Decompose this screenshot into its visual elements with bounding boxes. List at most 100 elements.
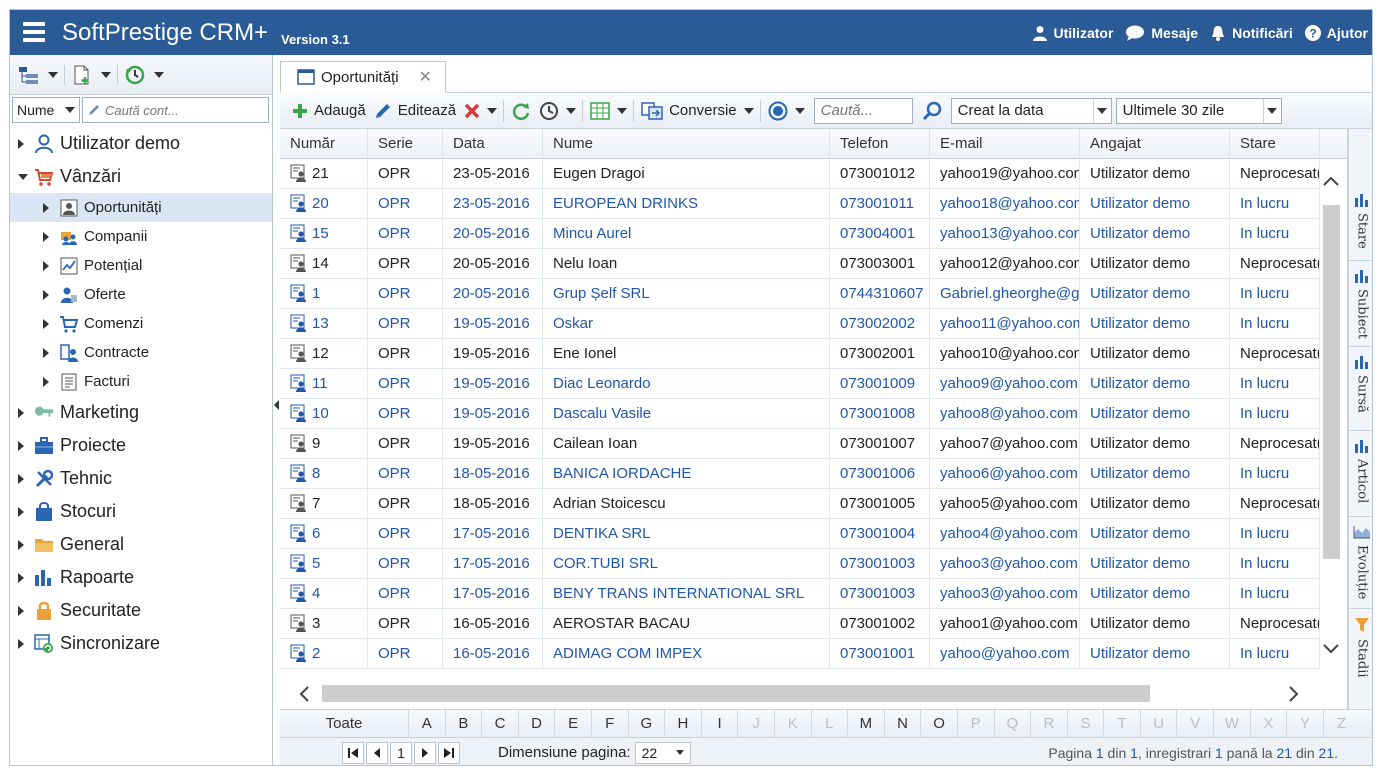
alphabet-letter[interactable]: A: [408, 709, 445, 738]
table-row[interactable]: 6 OPR 17-05-2016 DENTIKA SRL 073001004 yahoo4…: [280, 519, 1320, 549]
chevron-down-icon[interactable]: [1322, 643, 1340, 655]
convert-dropdown[interactable]: [741, 96, 757, 126]
alphabet-letter[interactable]: O: [920, 709, 957, 738]
expand-arrow-icon[interactable]: [18, 473, 24, 484]
history-button[interactable]: [535, 96, 563, 126]
delete-dropdown[interactable]: [484, 96, 500, 126]
expand-arrow-icon[interactable]: [18, 440, 24, 451]
table-row[interactable]: 3 OPR 16-05-2016 AEROSTAR BACAU 073001002 yah…: [280, 609, 1320, 639]
tree-item-sync[interactable]: Sincronizare: [10, 627, 272, 660]
tree-item-opportunities[interactable]: Oportunități: [10, 193, 272, 222]
user-link[interactable]: Utilizator: [1032, 25, 1113, 41]
cell-number[interactable]: 12: [280, 339, 368, 369]
expand-arrow-icon[interactable]: [18, 605, 24, 616]
expand-arrow-icon[interactable]: [43, 347, 49, 358]
cell-number[interactable]: 3: [280, 609, 368, 639]
convert-button[interactable]: Conversie: [637, 96, 741, 126]
menu-icon[interactable]: [23, 22, 45, 42]
table-row[interactable]: 10 OPR 19-05-2016 Dascalu Vasile 073001008 ya…: [280, 399, 1320, 429]
cell-number[interactable]: 1: [280, 279, 368, 309]
column-header-email[interactable]: E-mail: [930, 129, 1080, 159]
alphabet-letter[interactable]: N: [883, 709, 921, 738]
column-header-name[interactable]: Nume: [543, 129, 830, 159]
side-tab-stages[interactable]: Stadii: [1349, 609, 1372, 691]
new-document-dropdown[interactable]: [99, 62, 113, 88]
tree-view-dropdown[interactable]: [46, 62, 60, 88]
expand-arrow-icon[interactable]: [18, 407, 24, 418]
close-icon[interactable]: ✕: [419, 67, 432, 87]
page-size-select[interactable]: 22: [634, 741, 691, 764]
alphabet-letter[interactable]: I: [700, 709, 738, 738]
tree-item-security[interactable]: Securitate: [10, 594, 272, 627]
column-header-status[interactable]: Stare: [1230, 129, 1320, 159]
tree-item-orders[interactable]: Comenzi: [10, 309, 272, 338]
first-page-button[interactable]: [342, 741, 364, 764]
filter-target-dropdown[interactable]: [792, 96, 808, 126]
account-search-box[interactable]: [82, 97, 269, 123]
add-button[interactable]: Adaugă: [288, 96, 370, 126]
tree-item-contracts[interactable]: Contracte: [10, 338, 272, 367]
table-row[interactable]: 15 OPR 20-05-2016 Mincu Aurel 073004001 yahoo…: [280, 219, 1320, 249]
expand-arrow-icon[interactable]: [18, 138, 24, 149]
tree-view-button[interactable]: [16, 62, 42, 88]
scrollbar-thumb[interactable]: [1323, 205, 1340, 559]
search-field-select[interactable]: Nume: [12, 97, 80, 123]
tree-item-sales[interactable]: Vânzări: [10, 160, 272, 193]
table-row[interactable]: 11 OPR 19-05-2016 Diac Leonardo 073001009 yah…: [280, 369, 1320, 399]
alphabet-all[interactable]: Toate: [280, 715, 408, 732]
table-row[interactable]: 2 OPR 16-05-2016 ADIMAG COM IMPEX 073001001 y…: [280, 639, 1320, 669]
grid-search-box[interactable]: [813, 97, 913, 124]
alphabet-letter[interactable]: D: [517, 709, 555, 738]
cell-number[interactable]: 14: [280, 249, 368, 279]
tree-item-potential[interactable]: Potențial: [10, 251, 272, 280]
column-header-phone[interactable]: Telefon: [830, 129, 930, 159]
new-document-button[interactable]: [69, 62, 95, 88]
column-header-employee[interactable]: Angajat: [1080, 129, 1230, 159]
table-row[interactable]: 5 OPR 17-05-2016 COR.TUBI SRL 073001003 yahoo…: [280, 549, 1320, 579]
previous-page-button[interactable]: [366, 741, 388, 764]
cell-number[interactable]: 5: [280, 549, 368, 579]
history-dropdown[interactable]: [152, 62, 166, 88]
cell-number[interactable]: 11: [280, 369, 368, 399]
cell-number[interactable]: 21: [280, 159, 368, 189]
tree-item-companies[interactable]: Companii: [10, 222, 272, 251]
expand-arrow-icon[interactable]: [43, 202, 49, 213]
table-row[interactable]: 4 OPR 17-05-2016 BENY TRANS INTERNATIONAL S…: [280, 579, 1320, 609]
expand-arrow-icon[interactable]: [18, 638, 24, 649]
column-header-series[interactable]: Serie: [368, 129, 443, 159]
table-row[interactable]: 21 OPR 23-05-2016 Eugen Dragoi 073001012 yaho…: [280, 159, 1320, 189]
cell-number[interactable]: 4: [280, 579, 368, 609]
expand-arrow-icon[interactable]: [43, 260, 49, 271]
tree-item-stocks[interactable]: Stocuri: [10, 495, 272, 528]
tree-item-technical[interactable]: Tehnic: [10, 462, 272, 495]
account-search-input[interactable]: [105, 102, 255, 118]
history-dropdown[interactable]: [563, 96, 579, 126]
next-page-button[interactable]: [414, 741, 436, 764]
table-row[interactable]: 9 OPR 19-05-2016 Cailean Ioan 073001007 yahoo…: [280, 429, 1320, 459]
edit-button[interactable]: Editează: [370, 96, 460, 126]
alphabet-letter[interactable]: B: [444, 709, 482, 738]
cell-number[interactable]: 9: [280, 429, 368, 459]
last-page-button[interactable]: [438, 741, 460, 764]
alphabet-letter[interactable]: F: [590, 709, 628, 738]
filter-target-button[interactable]: [764, 96, 792, 126]
tab-opportunities[interactable]: Oportunități ✕: [280, 61, 446, 93]
help-link[interactable]: ? Ajutor: [1304, 24, 1368, 41]
alphabet-letter[interactable]: M: [847, 709, 884, 738]
table-row[interactable]: 8 OPR 18-05-2016 BANICA IORDACHE 073001006 ya…: [280, 459, 1320, 489]
tree-item-invoices[interactable]: Facturi: [10, 367, 272, 396]
column-header-date[interactable]: Data: [443, 129, 543, 159]
notifications-link[interactable]: Notificări: [1210, 25, 1293, 41]
cell-number[interactable]: 13: [280, 309, 368, 339]
period-select[interactable]: Ultimele 30 zile: [1115, 97, 1282, 124]
collapse-arrow-icon[interactable]: [18, 173, 28, 180]
table-row[interactable]: 7 OPR 18-05-2016 Adrian Stoicescu 073001005 y…: [280, 489, 1320, 519]
cell-number[interactable]: 6: [280, 519, 368, 549]
cell-number[interactable]: 20: [280, 189, 368, 219]
cell-number[interactable]: 7: [280, 489, 368, 519]
expand-arrow-icon[interactable]: [18, 539, 24, 550]
delete-button[interactable]: [460, 96, 484, 126]
history-button[interactable]: [122, 62, 148, 88]
tree-item-general[interactable]: General: [10, 528, 272, 561]
table-row[interactable]: 14 OPR 20-05-2016 Nelu Ioan 073003001 yahoo12…: [280, 249, 1320, 279]
